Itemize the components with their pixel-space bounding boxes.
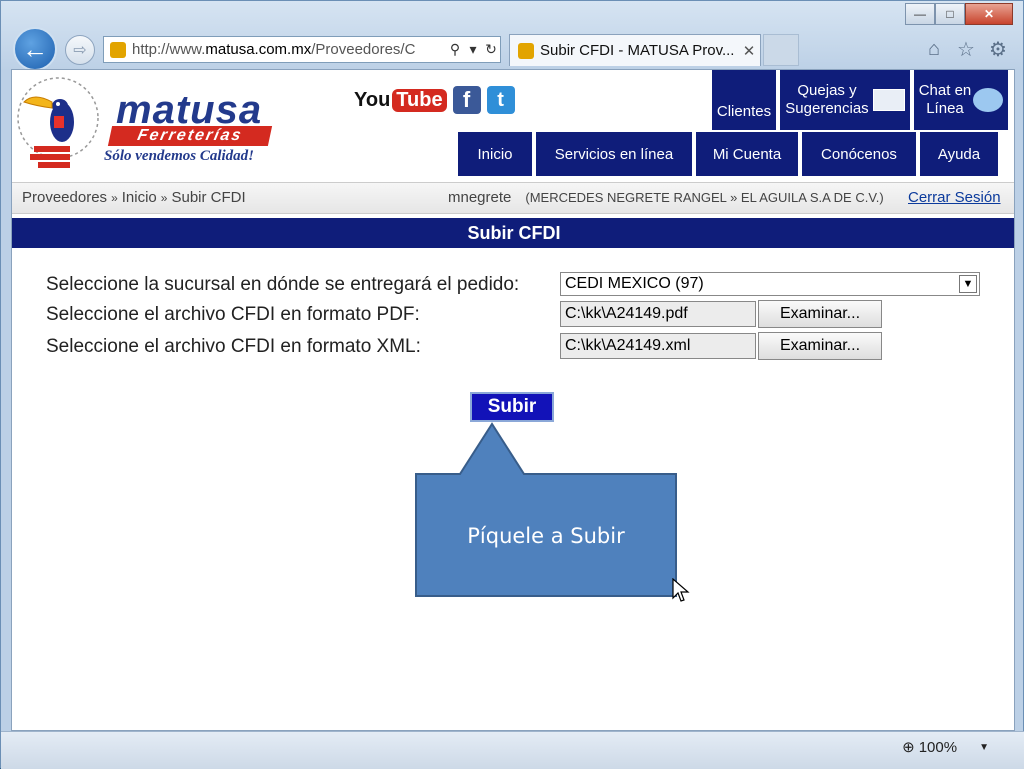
main-nav: Inicio Servicios en línea Mi Cuenta Conó… xyxy=(458,132,998,176)
browser-tools: ⌂ ☆ ⚙ xyxy=(923,38,1009,61)
zoom-control[interactable]: ⊕ 100% ▼ xyxy=(902,738,989,757)
mouse-pointer-icon xyxy=(672,578,690,602)
favorites-star-icon[interactable]: ☆ xyxy=(955,38,977,61)
new-tab-button[interactable] xyxy=(763,34,799,66)
back-icon[interactable]: ← xyxy=(13,27,57,71)
home-icon[interactable]: ⌂ xyxy=(923,38,945,60)
user-full-name: (MERCEDES NEGRETE RANGEL xyxy=(525,190,727,205)
sucursal-label: Seleccione la sucursal en dónde se entre… xyxy=(46,274,520,295)
top-nav: Clientes Quejas y Sugerencias Chat en Líne… xyxy=(712,70,1008,130)
address-url[interactable]: http://www.matusa.com.mx/Proveedores/C xyxy=(132,41,446,58)
facebook-icon[interactable]: f xyxy=(452,86,481,114)
xml-browse-button[interactable]: Examinar... xyxy=(758,332,882,360)
settings-gear-icon[interactable]: ⚙ xyxy=(987,38,1009,61)
status-bar: ⊕ 100% ▼ xyxy=(1,731,1024,769)
tab-favicon-icon xyxy=(518,42,534,59)
tab-title: Subir CFDI - MATUSA Prov... xyxy=(540,42,735,59)
pdf-browse-button[interactable]: Examinar... xyxy=(758,300,882,328)
breadcrumb-inicio[interactable]: Inicio xyxy=(122,189,157,206)
close-window-icon[interactable]: ✕ xyxy=(965,3,1013,25)
search-icon[interactable]: ⚲ xyxy=(446,41,464,58)
nav-inicio[interactable]: Inicio xyxy=(458,132,532,176)
chevron-down-icon[interactable]: ▼ xyxy=(979,742,989,753)
sucursal-selected-value: CEDI MEXICO (97) xyxy=(565,275,704,292)
nav-chat-en-linea[interactable]: Chat en Línea xyxy=(914,70,1008,130)
nav-conocenos[interactable]: Conócenos xyxy=(802,132,916,176)
youtube-icon[interactable]: You Tube xyxy=(354,88,447,112)
window-controls: — □ ✕ xyxy=(905,3,1013,25)
nav-servicios-en-linea[interactable]: Servicios en línea xyxy=(536,132,692,176)
site-favicon-icon xyxy=(110,41,126,58)
user-company: EL AGUILA S.A DE C.V.) xyxy=(740,190,884,205)
subir-button[interactable]: Subir xyxy=(470,392,554,422)
envelope-icon xyxy=(872,89,905,111)
breadcrumb-bar: Proveedores» Inicio» Subir CFDI mnegrete (M… xyxy=(12,182,1014,214)
logout-link[interactable]: Cerrar Sesión xyxy=(908,189,1001,206)
page-content: matusa Ferreterías Sólo vendemos Calidad… xyxy=(11,69,1015,731)
forward-icon[interactable]: ⇨ xyxy=(65,35,95,65)
nav-ayuda[interactable]: Ayuda xyxy=(920,132,998,176)
browser-tab[interactable]: Subir CFDI - MATUSA Prov... ✕ xyxy=(509,34,761,66)
nav-quejas-sugerencias[interactable]: Quejas y Sugerencias xyxy=(780,70,910,130)
pdf-file-input[interactable]: C:\kk\A24149.pdf xyxy=(560,301,756,327)
xml-file-input[interactable]: C:\kk\A24149.xml xyxy=(560,333,756,359)
nav-clientes[interactable]: Clientes xyxy=(712,70,776,130)
zoom-icon: ⊕ xyxy=(902,739,915,756)
toucan-logo-icon xyxy=(17,77,99,168)
callout-text: Píquele a Subir xyxy=(467,524,625,548)
nav-mi-cuenta[interactable]: Mi Cuenta xyxy=(696,132,798,176)
chevron-down-icon[interactable]: ▼ xyxy=(959,275,977,293)
breadcrumb-subir-cfdi: Subir CFDI xyxy=(171,189,246,206)
twitter-icon[interactable]: t xyxy=(486,86,515,114)
dropdown-icon[interactable]: ▾ xyxy=(464,41,482,58)
breadcrumb: Proveedores» Inicio» Subir CFDI xyxy=(22,189,246,206)
minimize-icon[interactable]: — xyxy=(905,3,935,25)
user-info: mnegrete (MERCEDES NEGRETE RANGEL » EL AG… xyxy=(448,189,884,206)
xml-label: Seleccione el archivo CFDI en formato XM… xyxy=(46,336,421,357)
brand-slogan: Sólo vendemos Calidad! xyxy=(104,148,255,164)
breadcrumb-proveedores[interactable]: Proveedores xyxy=(22,189,107,206)
social-links: You Tube f t xyxy=(354,86,515,114)
browser-window: — □ ✕ ← ⇨ http://www.matusa.com.mx/Prove… xyxy=(0,0,1024,769)
close-tab-icon[interactable]: ✕ xyxy=(738,42,760,60)
site-logo[interactable]: matusa Ferreterías Sólo vendemos Calidad… xyxy=(12,70,302,180)
chat-bubble-icon xyxy=(973,88,1004,112)
maximize-icon[interactable]: □ xyxy=(935,3,965,25)
refresh-icon[interactable]: ↻ xyxy=(482,41,500,58)
zoom-level: 100% xyxy=(918,738,958,756)
page-title: Subir CFDI xyxy=(12,218,1014,248)
sucursal-select[interactable]: CEDI MEXICO (97) ▼ xyxy=(560,272,980,296)
address-bar[interactable]: http://www.matusa.com.mx/Proveedores/C ⚲… xyxy=(103,36,501,63)
pdf-label: Seleccione el archivo CFDI en formato PD… xyxy=(46,304,420,325)
brand-subtitle: Ferreterías xyxy=(107,126,273,146)
user-login: mnegrete xyxy=(448,189,512,206)
